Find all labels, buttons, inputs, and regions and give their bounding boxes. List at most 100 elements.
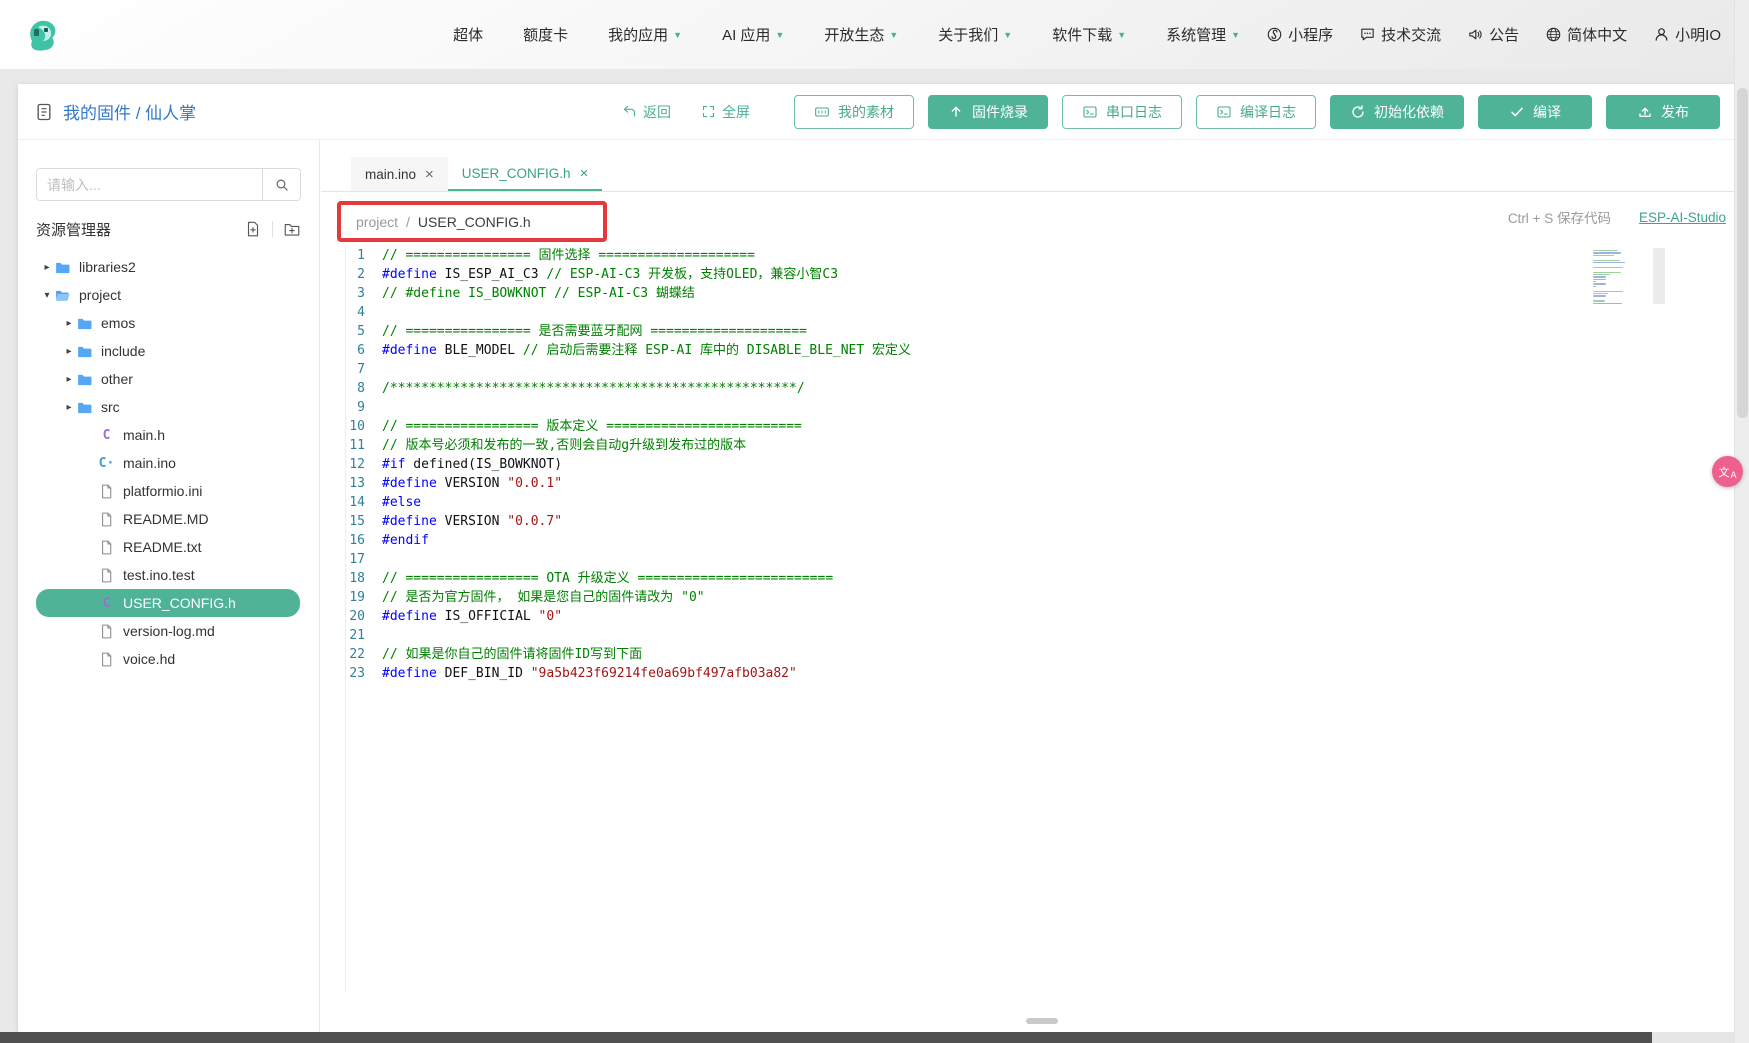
tree-item-voice.hd[interactable]: voice.hd bbox=[18, 645, 319, 673]
code-line[interactable]: 7 bbox=[321, 360, 1734, 379]
caret-right-icon[interactable]: ▸ bbox=[62, 346, 76, 357]
editor-horizontal-scrollbar[interactable] bbox=[1026, 1018, 1058, 1024]
toolbar-button-编译[interactable]: 编译 bbox=[1478, 95, 1592, 129]
code-line[interactable]: 4 bbox=[321, 303, 1734, 322]
nav-utility-小程序[interactable]: 小程序 bbox=[1266, 24, 1333, 45]
page-title-text: 我的固件 / 仙人掌 bbox=[63, 99, 196, 124]
tree-item-libraries2[interactable]: ▸libraries2 bbox=[18, 253, 319, 281]
toolbar-button-我的素材[interactable]: 我的素材 bbox=[794, 95, 914, 129]
nav-item[interactable]: 系统管理▼ bbox=[1166, 24, 1240, 45]
nav-item[interactable]: 我的应用▼ bbox=[608, 24, 682, 45]
tree-item-platformio.ini[interactable]: platformio.ini bbox=[18, 477, 319, 505]
button-label: 串口日志 bbox=[1106, 102, 1162, 122]
terminal-icon bbox=[1082, 104, 1098, 120]
tree-item-src[interactable]: ▸src bbox=[18, 393, 319, 421]
nav-utility-公告[interactable]: 公告 bbox=[1467, 24, 1519, 45]
nav-item[interactable]: AI 应用▼ bbox=[722, 24, 784, 45]
translate-button[interactable]: 文 A bbox=[1712, 456, 1743, 487]
page-horizontal-scroll-thumb[interactable] bbox=[0, 1032, 1652, 1043]
globe-icon bbox=[1545, 26, 1562, 43]
toolbar-button-初始化依赖[interactable]: 初始化依赖 bbox=[1330, 95, 1464, 129]
line-number: 7 bbox=[321, 360, 365, 379]
code-line[interactable]: 18// ================= OTA 升级定义 ========… bbox=[321, 569, 1734, 588]
code-line[interactable]: 9 bbox=[321, 398, 1734, 417]
nav-item[interactable]: 软件下载▼ bbox=[1052, 24, 1126, 45]
toolbar-button-固件烧录[interactable]: 固件烧录 bbox=[928, 95, 1048, 129]
fullscreen-link[interactable]: 全屏 bbox=[701, 102, 750, 122]
caret-right-icon[interactable]: ▸ bbox=[62, 318, 76, 329]
page-vertical-scroll-thumb[interactable] bbox=[1737, 88, 1748, 418]
code-line[interactable]: 22// 如果是你自己的固件请将固件ID写到下面 bbox=[321, 645, 1734, 664]
breadcrumb-parent[interactable]: project bbox=[356, 214, 398, 230]
code-line[interactable]: 13#define VERSION "0.0.1" bbox=[321, 474, 1734, 493]
file-tree: ▸libraries2▾project▸emos▸include▸other▸s… bbox=[18, 253, 319, 673]
toolbar-button-串口日志[interactable]: 串口日志 bbox=[1062, 95, 1182, 129]
user-icon bbox=[1653, 26, 1670, 43]
code-line[interactable]: 14#else bbox=[321, 493, 1734, 512]
toolbar-actions: 返回 全屏 我的素材固件烧录 串口日志 编译日志初始化依赖编译发布 bbox=[622, 95, 1720, 129]
back-link[interactable]: 返回 bbox=[622, 102, 671, 122]
caret-down-icon[interactable]: ▾ bbox=[40, 290, 54, 301]
close-icon[interactable]: × bbox=[580, 165, 589, 182]
close-icon[interactable]: × bbox=[425, 166, 434, 183]
tree-item-USER_CONFIG.h[interactable]: CUSER_CONFIG.h bbox=[36, 589, 300, 617]
code-line[interactable]: 6#define BLE_MODEL // 启动后需要注释 ESP-AI 库中的… bbox=[321, 341, 1734, 360]
editor-tab-main.ino[interactable]: main.ino× bbox=[351, 157, 448, 191]
main-panel: 我的固件 / 仙人掌 返回 全屏 我的素材固件烧录 串口日志 编译日志初始化依赖编译发布… bbox=[18, 84, 1734, 1032]
tree-item-README.MD[interactable]: README.MD bbox=[18, 505, 319, 533]
nav-utility-小明IO[interactable]: 小明IO bbox=[1653, 24, 1721, 45]
tree-item-project[interactable]: ▾project bbox=[18, 281, 319, 309]
tree-item-label: README.txt bbox=[123, 539, 202, 555]
code-area[interactable]: 1// ================ 固件选择 ==============… bbox=[321, 246, 1734, 1032]
search-button[interactable] bbox=[262, 169, 300, 200]
code-line[interactable]: 16#endif bbox=[321, 531, 1734, 550]
tree-item-test.ino.test[interactable]: test.ino.test bbox=[18, 561, 319, 589]
code-line[interactable]: 1// ================ 固件选择 ==============… bbox=[321, 246, 1734, 265]
new-folder-icon[interactable] bbox=[283, 220, 301, 238]
code-line[interactable]: 11// 版本号必须和发布的一致,否则会自动g升级到发布过的版本 bbox=[321, 436, 1734, 455]
caret-right-icon[interactable]: ▸ bbox=[40, 262, 54, 273]
new-file-icon[interactable] bbox=[244, 220, 262, 238]
tree-item-include[interactable]: ▸include bbox=[18, 337, 319, 365]
tree-item-emos[interactable]: ▸emos bbox=[18, 309, 319, 337]
tree-item-other[interactable]: ▸other bbox=[18, 365, 319, 393]
toolbar-button-编译日志[interactable]: 编译日志 bbox=[1196, 95, 1316, 129]
nav-item[interactable]: 开放生态▼ bbox=[824, 24, 898, 45]
nav-item[interactable]: 超体 bbox=[453, 24, 483, 45]
code-line[interactable]: 10// ================= 版本定义 ============… bbox=[321, 417, 1734, 436]
code-line[interactable]: 5// ================ 是否需要蓝牙配网 ==========… bbox=[321, 322, 1734, 341]
code-line[interactable]: 3// #define IS_BOWKNOT // ESP-AI-C3 蝴蝶结 bbox=[321, 284, 1734, 303]
tree-item-label: main.h bbox=[123, 427, 165, 443]
page-vertical-scrollbar[interactable] bbox=[1734, 0, 1749, 1043]
esp-ai-studio-link[interactable]: ESP-AI-Studio bbox=[1639, 210, 1726, 225]
editor-tab-USER_CONFIG.h[interactable]: USER_CONFIG.h× bbox=[448, 157, 603, 191]
search-input[interactable] bbox=[37, 169, 262, 200]
code-line[interactable]: 2#define IS_ESP_AI_C3 // ESP-AI-C3 开发板，支… bbox=[321, 265, 1734, 284]
explorer-search bbox=[36, 168, 301, 201]
nav-item[interactable]: 额度卡 bbox=[523, 24, 568, 45]
page-horizontal-scrollbar[interactable] bbox=[0, 1032, 1734, 1043]
folder-icon bbox=[76, 371, 93, 388]
code-line[interactable]: 15#define VERSION "0.0.7" bbox=[321, 512, 1734, 531]
line-number: 14 bbox=[321, 493, 365, 512]
code-line[interactable]: 21 bbox=[321, 626, 1734, 645]
minimap[interactable] bbox=[1593, 248, 1665, 305]
c-file-icon: C· bbox=[98, 456, 115, 471]
caret-right-icon[interactable]: ▸ bbox=[62, 402, 76, 413]
nav-utility-技术交流[interactable]: 技术交流 bbox=[1359, 24, 1441, 45]
tree-item-version-log.md[interactable]: version-log.md bbox=[18, 617, 319, 645]
tree-item-main.ino[interactable]: C·main.ino bbox=[18, 449, 319, 477]
code-line[interactable]: 20#define IS_OFFICIAL "0" bbox=[321, 607, 1734, 626]
tree-item-main.h[interactable]: Cmain.h bbox=[18, 421, 319, 449]
code-line[interactable]: 23#define DEF_BIN_ID "9a5b423f69214fe0a6… bbox=[321, 664, 1734, 683]
nav-item[interactable]: 关于我们▼ bbox=[938, 24, 1012, 45]
doc-icon bbox=[34, 102, 54, 122]
caret-right-icon[interactable]: ▸ bbox=[62, 374, 76, 385]
code-line[interactable]: 19// 是否为官方固件， 如果是您自己的固件请改为 "0" bbox=[321, 588, 1734, 607]
code-line[interactable]: 12#if defined(IS_BOWKNOT) bbox=[321, 455, 1734, 474]
tree-item-README.txt[interactable]: README.txt bbox=[18, 533, 319, 561]
code-line[interactable]: 17 bbox=[321, 550, 1734, 569]
toolbar-button-发布[interactable]: 发布 bbox=[1606, 95, 1720, 129]
nav-utility-简体中文[interactable]: 简体中文 bbox=[1545, 24, 1627, 45]
code-line[interactable]: 8/**************************************… bbox=[321, 379, 1734, 398]
